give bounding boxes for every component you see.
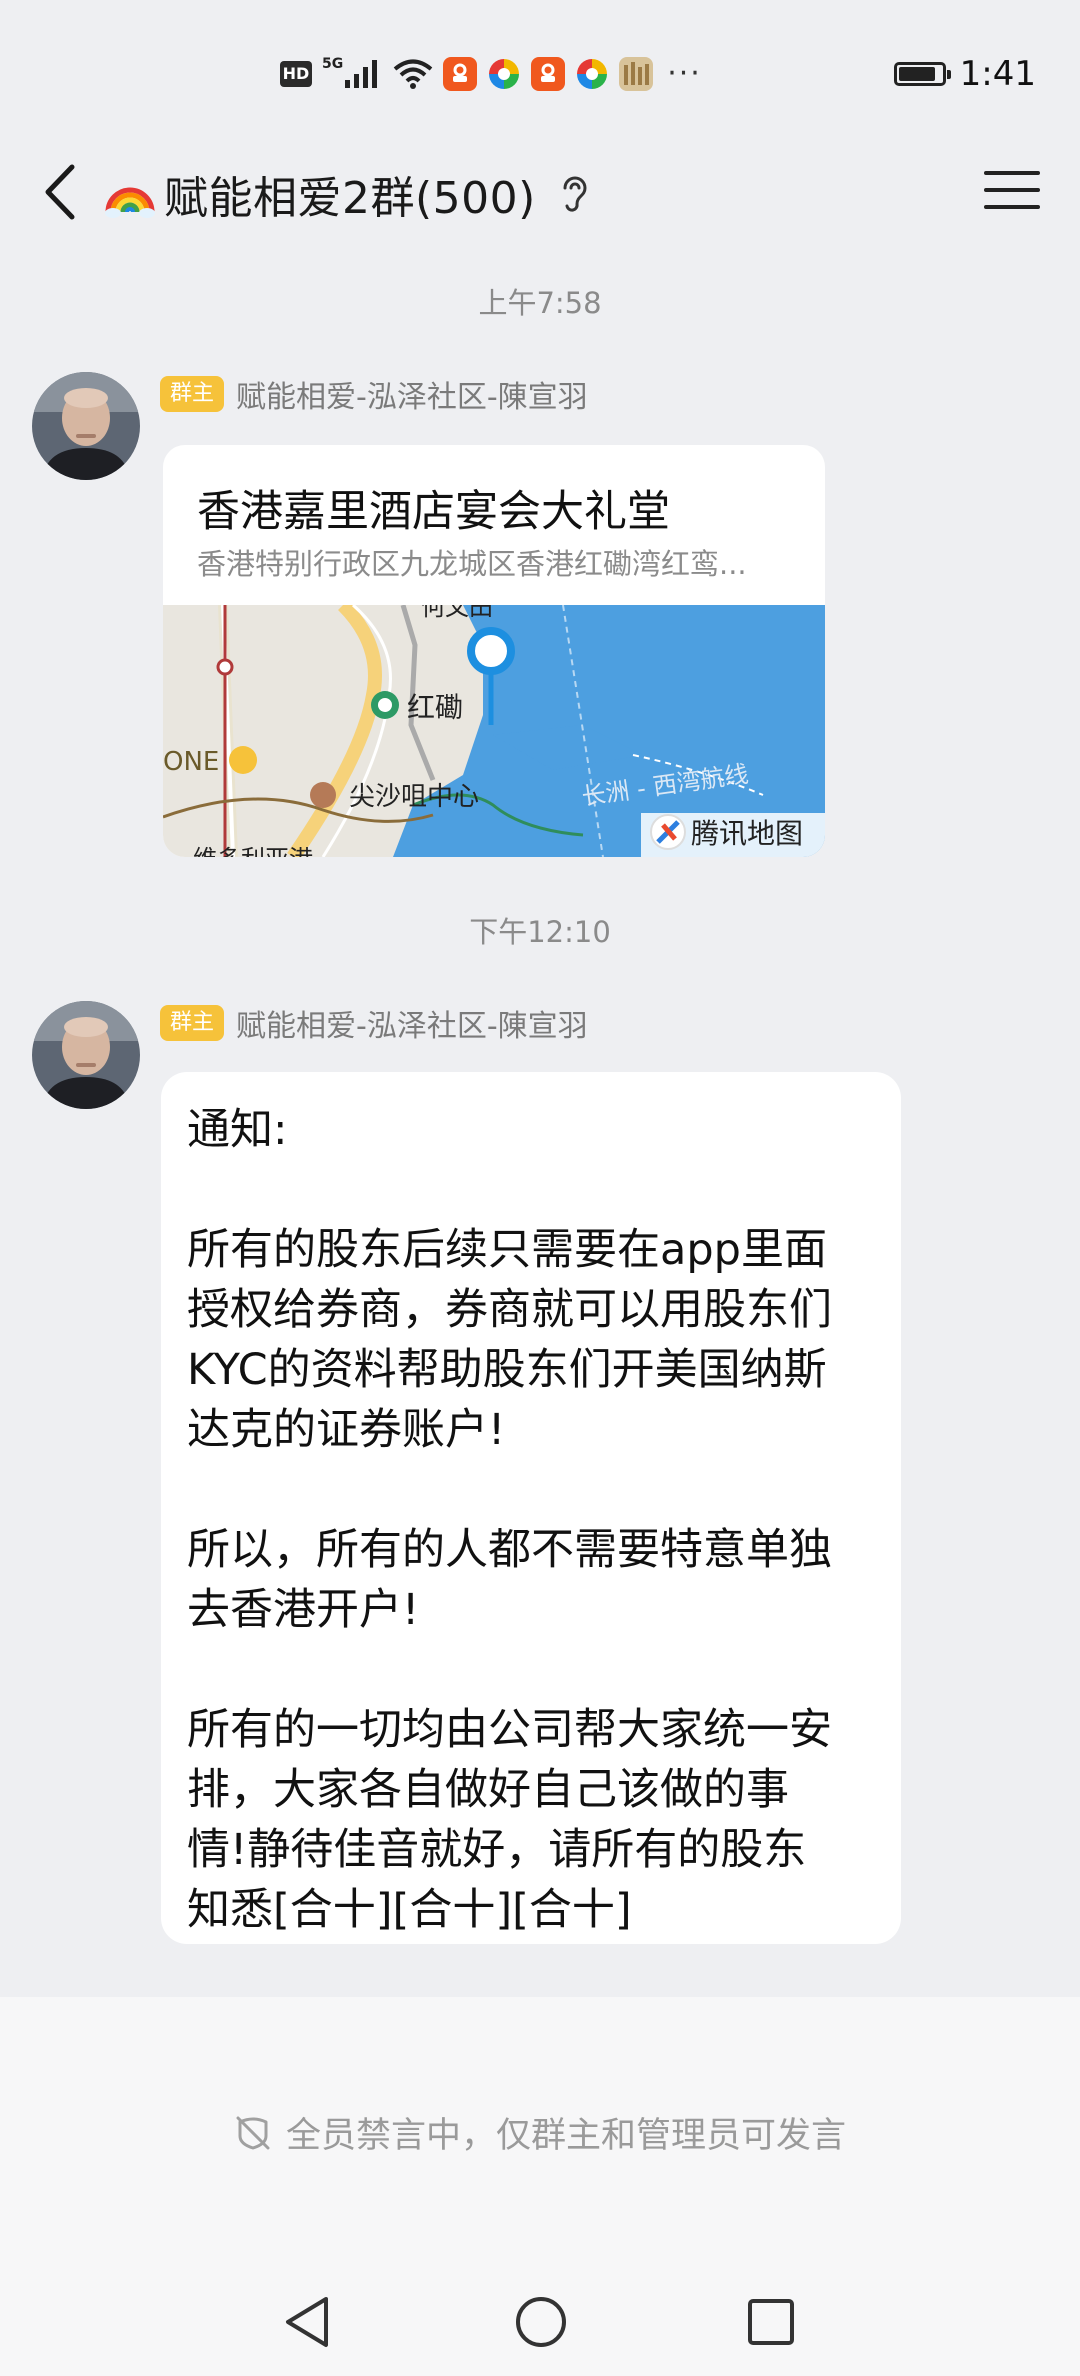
- hd-icon: HD: [280, 60, 312, 87]
- avatar[interactable]: [32, 1001, 140, 1109]
- map-label-bottom: 维多利亚港: [193, 845, 313, 857]
- back-arrow-icon: [45, 164, 75, 220]
- ear-icon[interactable]: [558, 174, 592, 214]
- status-right: 1:41: [893, 54, 1036, 94]
- location-map: 红磡 尖沙咀中心 ONE 长洲 - 西湾航线 何文田 维多利亚港 腾讯地图: [163, 605, 825, 857]
- mute-icon: [236, 2116, 270, 2149]
- map-label-top: 何文田: [421, 605, 493, 621]
- nav-recents-icon: [748, 2299, 794, 2345]
- message-line: 排，大家各自做好自己该做的事: [187, 1765, 789, 1815]
- back-button[interactable]: [30, 152, 90, 232]
- signal-icon: 5G: [322, 55, 383, 90]
- nav-recents-button[interactable]: [736, 2287, 806, 2357]
- message-line: KYC的资料帮助股东们开美国纳斯: [187, 1345, 827, 1395]
- rainbow-icon: [105, 187, 155, 218]
- owner-badge: 群主: [160, 376, 225, 412]
- muted-notice: 全员禁言中，仅群主和管理员可发言: [0, 2107, 1080, 2158]
- nav-home-icon: [516, 2297, 566, 2347]
- app-notification-icon: [443, 56, 478, 91]
- app-notification-icon: [531, 56, 566, 91]
- nav-home-button[interactable]: [506, 2287, 576, 2357]
- text-message[interactable]: 通知: 所有的股东后续只需要在app里面 授权给券商，券商就可以用股东们 KYC…: [161, 1072, 901, 1944]
- owner-badge: 群主: [160, 1005, 225, 1041]
- message-line: 授权给券商，券商就可以用股东们: [187, 1285, 832, 1335]
- battery-icon: [893, 62, 951, 86]
- nav-back-button[interactable]: [272, 2287, 342, 2357]
- message-line: 知悉[合十][合十][合十]: [187, 1885, 632, 1935]
- map-label-center: 尖沙咀中心: [349, 782, 479, 812]
- message-time: 下午12:10: [469, 915, 611, 949]
- menu-icon: [984, 171, 1040, 175]
- chat-header: 赋能相爱2群(500): [0, 140, 1080, 250]
- menu-button[interactable]: [984, 160, 1040, 220]
- chat-title-area[interactable]: 赋能相爱2群(500): [104, 156, 592, 232]
- tencent-map-logo-icon: [650, 814, 686, 850]
- browser-icon: [575, 57, 609, 91]
- message-line: 达克的证券账户!: [187, 1405, 506, 1455]
- app-icon: [619, 56, 654, 91]
- location-message[interactable]: 香港嘉里酒店宴会大礼堂 香港特别行政区九龙城区香港红磡湾红鸾... 红磡 尖沙咀…: [163, 445, 825, 857]
- message-line: 所以，所有的人都不需要特意单独: [187, 1525, 832, 1575]
- message-line: 通知:: [187, 1105, 288, 1155]
- system-nav-bar: [0, 2267, 1080, 2367]
- sender-row: 群主 赋能相爱-泓泽社区-陳宣羽: [160, 1001, 588, 1045]
- message-line: 所有的一切均由公司帮大家统一安: [187, 1705, 832, 1755]
- map-label-station: 红磡: [407, 691, 463, 724]
- map-label-one: ONE: [163, 747, 219, 777]
- network-type-label: 5G: [322, 55, 344, 72]
- map-provider-label: 腾讯地图: [691, 817, 803, 850]
- sender-name: 赋能相爱-泓泽社区-陳宣羽: [236, 1009, 588, 1044]
- chat-title: 赋能相爱2群(500): [164, 173, 536, 224]
- sender-row: 群主 赋能相爱-泓泽社区-陳宣羽: [160, 372, 588, 416]
- muted-text: 全员禁言中，仅群主和管理员可发言: [285, 2116, 846, 2156]
- wifi-icon: [393, 58, 433, 90]
- sender-name: 赋能相爱-泓泽社区-陳宣羽: [236, 380, 588, 415]
- avatar[interactable]: [32, 372, 140, 480]
- message-time: 上午7:58: [478, 286, 602, 320]
- message-line: 去香港开户!: [187, 1585, 420, 1635]
- status-icons: HD 5G ···: [280, 56, 702, 91]
- location-address: 香港特别行政区九龙城区香港红磡湾红鸾...: [197, 547, 747, 581]
- message-line: 所有的股东后续只需要在app里面: [187, 1225, 827, 1275]
- status-time: 1:41: [959, 54, 1036, 94]
- input-area: 全员禁言中，仅群主和管理员可发言: [0, 1997, 1080, 2376]
- nav-back-icon: [286, 2297, 328, 2347]
- browser-icon: [487, 57, 521, 91]
- location-title: 香港嘉里酒店宴会大礼堂: [197, 487, 670, 537]
- more-notifications-icon: ···: [667, 56, 702, 91]
- message-line: 情!静待佳音就好，请所有的股东: [187, 1825, 807, 1875]
- status-bar: HD 5G ··· 1:41: [0, 0, 1080, 150]
